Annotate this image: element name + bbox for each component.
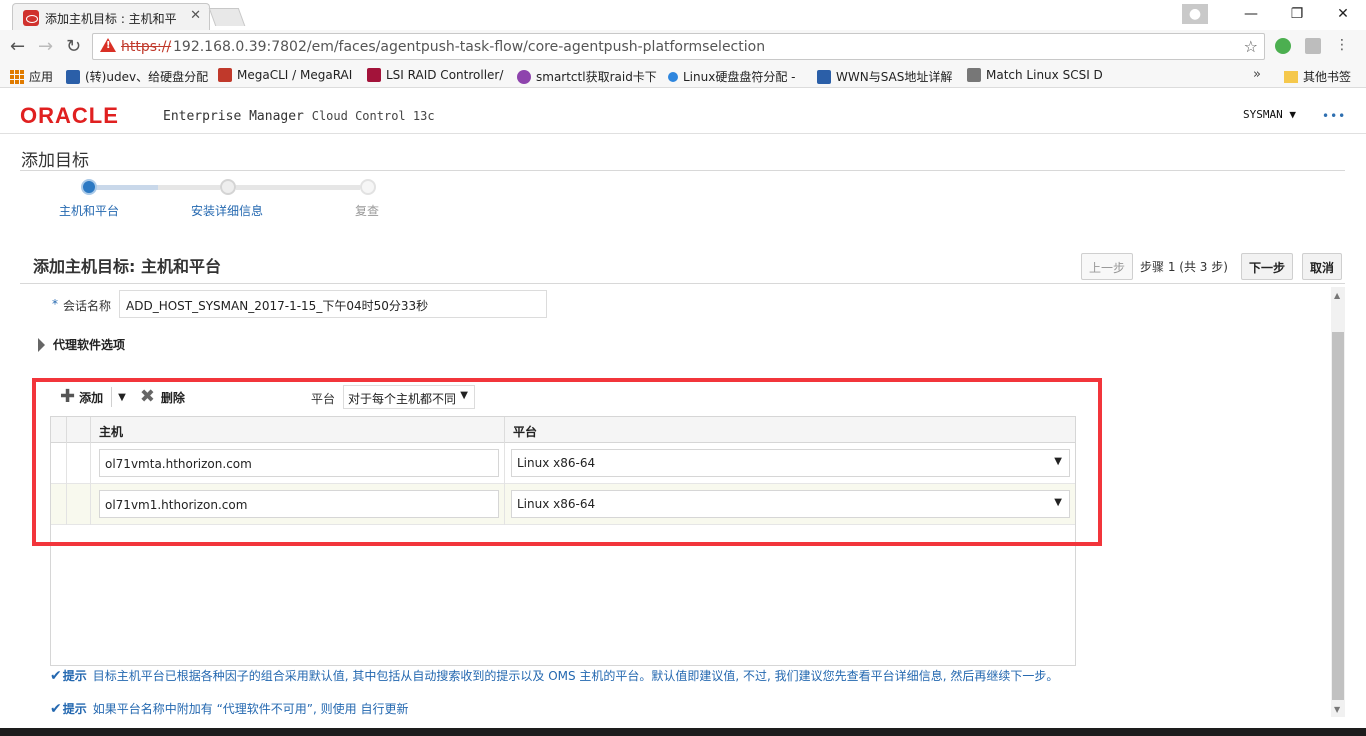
train-connector	[96, 185, 158, 190]
bookmark-label: 应用	[29, 70, 54, 84]
bookmark-label: (转)udev、给硬盘分配	[85, 70, 209, 84]
scroll-down-icon[interactable]: ▼	[1334, 705, 1340, 714]
bookmark-label: Match Linux SCSI D	[986, 68, 1103, 82]
product-main: Enterprise Manager	[163, 109, 304, 124]
bookmark-other-folder[interactable]: 其他书签	[1284, 68, 1351, 85]
reload-icon[interactable]: ↻	[66, 36, 81, 57]
restore-button[interactable]: ❐	[1274, 0, 1320, 28]
train-stop-install-details[interactable]	[220, 179, 236, 195]
session-name-label: 会话名称	[63, 299, 112, 313]
bookmark-item[interactable]: MegaCLI / MegaRAI	[218, 68, 352, 82]
highlight-annotation-box	[32, 378, 1102, 546]
address-bar[interactable]: https:// 192.168.0.39:7802/em/faces/agen…	[92, 33, 1265, 60]
bookmark-favicon-icon	[668, 71, 678, 82]
bookmark-apps[interactable]: 应用	[10, 68, 53, 85]
agent-options-disclosure[interactable]: 代理软件选项	[38, 336, 125, 353]
tab-close-icon[interactable]: ✕	[190, 8, 201, 23]
product-title: Enterprise Manager Cloud Control 13c	[163, 109, 435, 124]
minimize-button[interactable]: —	[1228, 0, 1274, 28]
user-menu[interactable]: SYSMAN ▼	[1243, 108, 1296, 121]
browser-toolbar: ← → ↻ https:// 192.168.0.39:7802/em/face…	[0, 30, 1366, 64]
train-label-host-platform: 主机和平台	[59, 204, 120, 218]
oracle-logo[interactable]: ORACLE	[20, 105, 119, 127]
session-name-input[interactable]: ADD_HOST_SYSMAN_2017-1-15_下午04时50分33秒	[119, 290, 547, 318]
bookmark-favicon-icon	[817, 69, 831, 84]
tip-platform-default: ✔ 提示 目标主机平台已根据各种因子的组合采用默认值, 其中包括从自动搜索收到的…	[50, 667, 1058, 684]
previous-button[interactable]: 上一步	[1081, 253, 1134, 280]
scrollbar-thumb[interactable]	[1332, 332, 1344, 700]
profile-button[interactable]: ●	[1182, 0, 1228, 28]
next-button[interactable]: 下一步	[1241, 253, 1294, 280]
bookmark-item[interactable]: WWN与SAS地址详解	[817, 68, 952, 85]
window-controls: ● — ❐ ✕	[1182, 0, 1366, 30]
bookmark-label: 其他书签	[1303, 70, 1352, 84]
taskbar-strip	[0, 728, 1366, 736]
bookmarks-overflow-button[interactable]: »	[1253, 67, 1261, 82]
agent-options-label: 代理软件选项	[53, 338, 126, 352]
extension-icons: ⋮	[1275, 38, 1351, 54]
bookmark-label: Linux硬盘盘符分配 -	[683, 70, 796, 84]
forward-icon[interactable]: →	[38, 36, 53, 57]
tip-text[interactable]: 如果平台名称中附加有 “代理软件不可用”, 则使用 自行更新	[93, 700, 409, 717]
step-indicator: 步骤 1 (共 3 步)	[1140, 260, 1228, 274]
tip-self-update: ✔ 提示 如果平台名称中附加有 “代理软件不可用”, 则使用 自行更新	[50, 700, 408, 717]
back-icon[interactable]: ←	[10, 36, 25, 57]
train-label-install-details[interactable]: 安装详细信息	[191, 202, 263, 219]
divider	[20, 283, 1345, 284]
divider	[20, 170, 1345, 171]
bookmarks-bar: 应用 (转)udev、给硬盘分配 MegaCLI / MegaRAI LSI R…	[0, 64, 1366, 88]
bookmark-item[interactable]: Linux硬盘盘符分配 -	[668, 68, 795, 85]
bookmark-favicon-icon	[66, 69, 80, 84]
bookmark-item[interactable]: (转)udev、给硬盘分配	[66, 68, 208, 85]
tip-text: 目标主机平台已根据各种因子的组合采用默认值, 其中包括从自动搜索收到的提示以及 …	[92, 669, 1059, 683]
train-stop-host-platform	[81, 179, 97, 195]
bookmark-label: WWN与SAS地址详解	[836, 70, 953, 84]
browser-menu-icon[interactable]: ⋮	[1335, 38, 1351, 54]
apps-grid-icon	[10, 69, 24, 84]
oracle-favicon-icon	[23, 10, 39, 26]
tip-label: 提示	[62, 669, 87, 683]
train-connector	[158, 185, 220, 190]
user-icon: ●	[1182, 4, 1208, 24]
checkmark-icon: ✔	[50, 667, 62, 684]
train-stop-review	[360, 179, 376, 195]
section-title: 添加主机目标: 主机和平台	[33, 257, 221, 276]
tab-title: 添加主机目标 : 主机和平	[45, 12, 177, 26]
page-title: 添加目标	[21, 151, 89, 171]
bookmark-item[interactable]: LSI RAID Controller/	[367, 68, 503, 82]
bookmark-item[interactable]: smartctl获取raid卡下	[517, 68, 657, 85]
scroll-up-icon[interactable]: ▲	[1334, 291, 1340, 300]
train-label-review: 复查	[355, 204, 380, 218]
required-icon: *	[52, 297, 58, 311]
disclosure-triangle-icon	[38, 337, 45, 352]
bookmark-favicon-icon	[218, 68, 232, 82]
not-secure-warning-icon[interactable]	[100, 38, 116, 52]
more-menu-icon[interactable]: •••	[1322, 110, 1346, 122]
product-sub: Cloud Control 13c	[311, 109, 435, 123]
bookmark-label: LSI RAID Controller/	[386, 68, 504, 82]
bookmark-favicon-icon	[967, 68, 981, 82]
extension-tree-icon[interactable]	[1275, 38, 1291, 54]
checkmark-icon: ✔	[50, 700, 62, 717]
browser-tabstrip: 添加主机目标 : 主机和平 ✕ ● — ❐ ✕	[0, 0, 1366, 30]
train-connector	[236, 185, 360, 190]
tip-label: 提示	[62, 702, 87, 716]
extension-pdf-icon[interactable]	[1305, 38, 1321, 54]
em-header: ORACLE Enterprise Manager Cloud Control …	[0, 89, 1366, 134]
close-window-button[interactable]: ✕	[1320, 0, 1366, 28]
browser-tab[interactable]: 添加主机目标 : 主机和平 ✕	[12, 3, 210, 30]
bookmark-label: MegaCLI / MegaRAI	[237, 68, 353, 82]
bookmark-item[interactable]: Match Linux SCSI D	[967, 68, 1103, 82]
bookmark-favicon-icon	[367, 68, 381, 82]
bookmark-favicon-icon	[517, 69, 531, 84]
folder-icon	[1284, 70, 1298, 83]
cancel-button[interactable]: 取消	[1302, 253, 1343, 280]
bookmark-star-icon[interactable]: ☆	[1244, 37, 1258, 56]
bookmark-label: smartctl获取raid卡下	[536, 70, 657, 84]
url-scheme: https://	[121, 39, 172, 55]
url-text: 192.168.0.39:7802/em/faces/agentpush-tas…	[173, 39, 766, 55]
new-tab-button[interactable]	[208, 8, 246, 26]
